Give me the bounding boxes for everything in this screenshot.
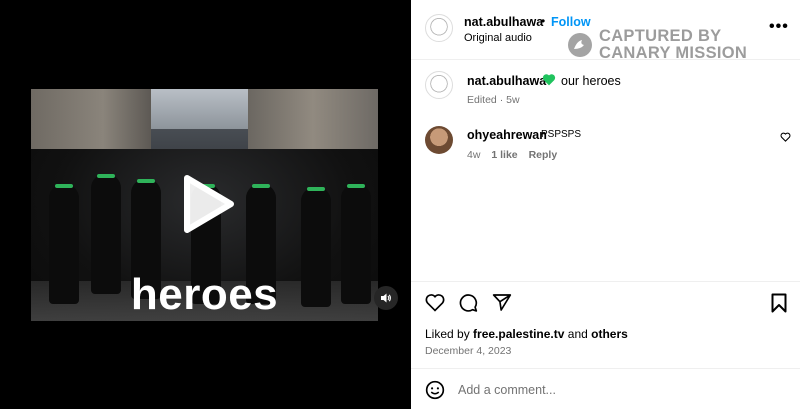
avatar[interactable] xyxy=(425,126,453,154)
liked-by-prefix: Liked by xyxy=(425,327,470,341)
emoji-icon[interactable] xyxy=(425,380,445,400)
comment-text: PSPSPS xyxy=(541,129,582,140)
liked-by-conj: and xyxy=(567,327,588,341)
comment-like-icon[interactable] xyxy=(780,132,791,142)
media-pane: heroes xyxy=(0,0,411,409)
comment-age: 4w xyxy=(467,149,481,161)
watermark: CAPTURED BY CANARY MISSION xyxy=(567,28,747,62)
comment-icon[interactable] xyxy=(458,293,478,313)
audio-label[interactable]: Original audio xyxy=(464,32,532,44)
avatar[interactable] xyxy=(425,14,453,42)
save-icon[interactable] xyxy=(771,293,787,313)
liked-by-others[interactable]: others xyxy=(591,327,628,341)
caption-meta: Edited · 5w xyxy=(467,94,520,106)
watermark-line1: CAPTURED BY xyxy=(599,27,722,45)
avatar[interactable] xyxy=(425,71,453,99)
post-side-panel: nat.abulhawa • Follow Original audio CAP… xyxy=(411,0,800,409)
canary-logo-icon xyxy=(568,33,592,57)
liked-by-user[interactable]: free.palestine.tv xyxy=(473,327,564,341)
action-bar xyxy=(411,281,800,326)
comment-input[interactable]: Add a comment... xyxy=(458,383,556,397)
watermark-line2: CANARY MISSION xyxy=(599,44,748,62)
play-icon[interactable] xyxy=(181,174,237,234)
comment-meta: 4w 1 like Reply xyxy=(467,149,565,161)
post-header: nat.abulhawa • Follow Original audio CAP… xyxy=(411,0,800,62)
mute-button[interactable] xyxy=(374,286,398,310)
add-comment-bar: Add a comment... xyxy=(411,368,800,409)
liked-by: Liked by free.palestine.tv and others xyxy=(425,327,628,341)
separator-dot: • xyxy=(541,14,546,28)
like-icon[interactable] xyxy=(425,293,445,312)
caption-author[interactable]: nat.abulhawa xyxy=(467,74,546,88)
edited-label: Edited xyxy=(467,94,497,106)
comment-author[interactable]: ohyeahrewan xyxy=(467,128,547,142)
speaker-icon xyxy=(381,293,391,303)
video-overlay-text: heroes xyxy=(130,270,279,319)
author-username[interactable]: nat.abulhawa xyxy=(464,15,543,29)
more-options-button[interactable]: ••• xyxy=(769,18,789,36)
caption-text: our heroes xyxy=(561,74,621,88)
follow-button[interactable]: Follow xyxy=(551,15,591,29)
post-date[interactable]: December 4, 2023 xyxy=(425,345,511,357)
green-heart-icon xyxy=(542,74,556,86)
comment-likes[interactable]: 1 like xyxy=(491,149,517,161)
share-icon[interactable] xyxy=(492,293,512,312)
reply-button[interactable]: Reply xyxy=(529,149,558,161)
caption-age: 5w xyxy=(506,94,520,106)
